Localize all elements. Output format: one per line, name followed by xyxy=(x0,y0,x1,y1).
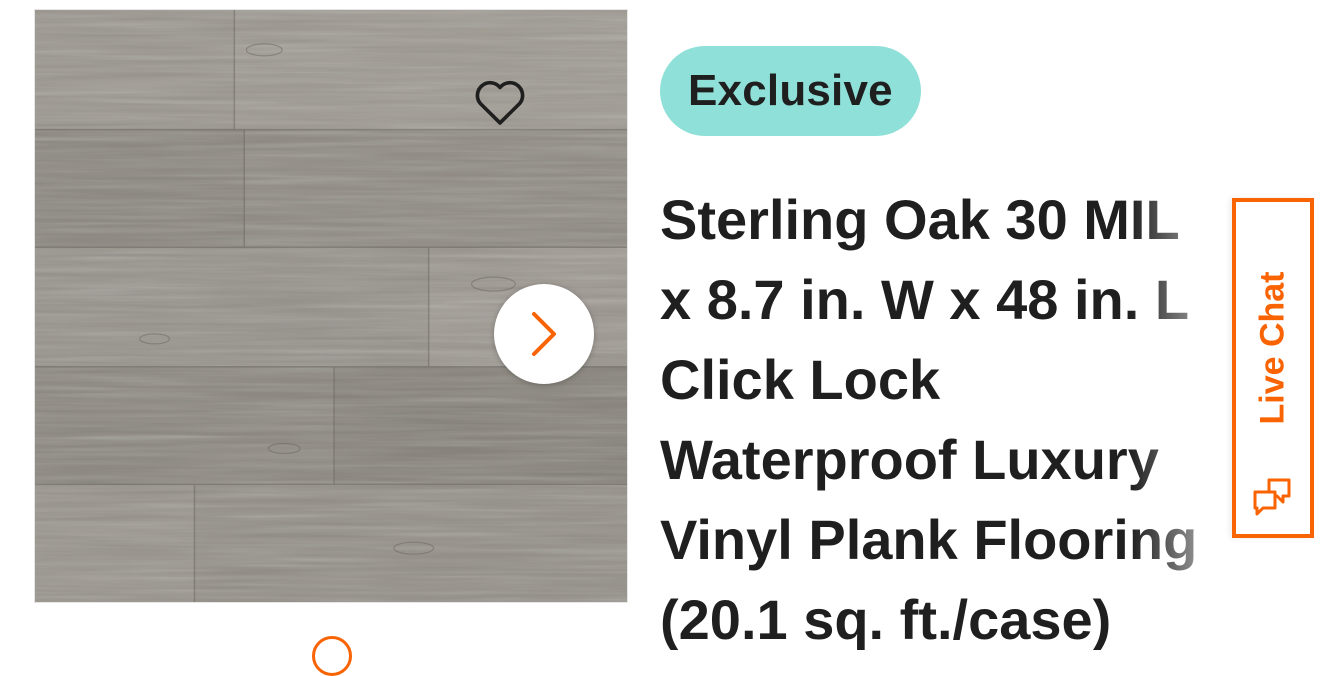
live-chat-button[interactable]: Live Chat xyxy=(1232,198,1314,538)
image-carousel-indicator[interactable] xyxy=(312,636,352,676)
favorite-button[interactable] xyxy=(470,72,530,132)
product-title: Sterling Oak 30 MIL x 8.7 in. W x 48 in.… xyxy=(660,188,1198,650)
chat-bubbles-icon xyxy=(1253,478,1291,516)
product-title-container: Sterling Oak 30 MIL x 8.7 in. W x 48 in.… xyxy=(660,180,1260,650)
live-chat-label: Live Chat xyxy=(1253,271,1292,425)
next-image-button[interactable] xyxy=(494,284,594,384)
chevron-right-icon xyxy=(532,312,556,356)
exclusive-badge: Exclusive xyxy=(660,46,921,136)
heart-icon xyxy=(475,80,525,125)
badge-label: Exclusive xyxy=(688,66,893,115)
